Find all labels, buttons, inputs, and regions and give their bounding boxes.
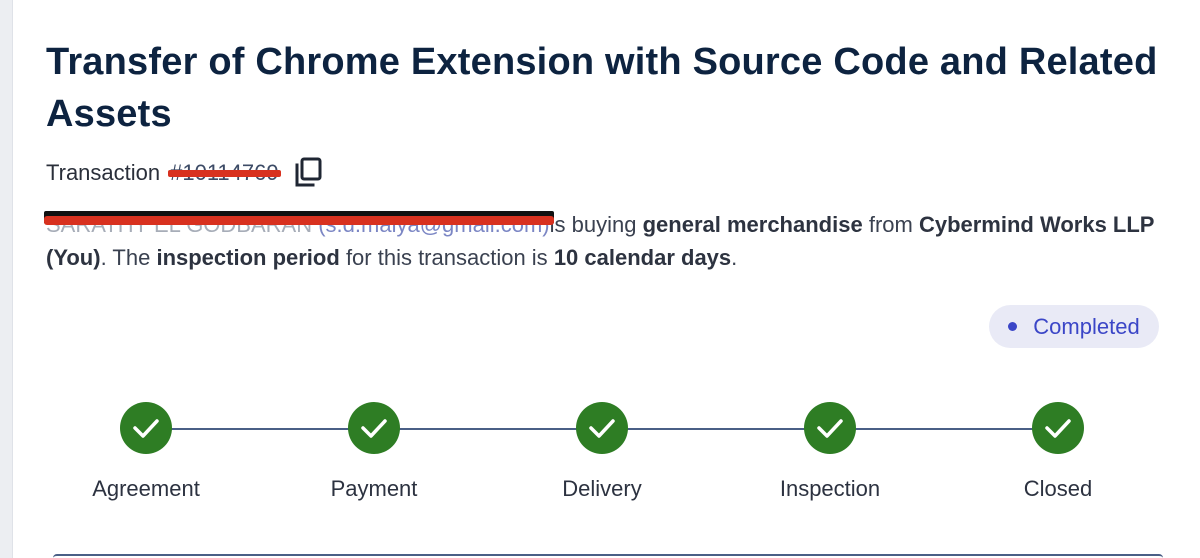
checkmark-icon bbox=[804, 402, 856, 454]
step-label: Payment bbox=[330, 476, 418, 501]
status-dot-icon bbox=[1008, 322, 1018, 331]
step-closed: Closed bbox=[978, 402, 1138, 502]
status-badge: Completed bbox=[989, 305, 1159, 348]
step-payment: Payment bbox=[294, 402, 454, 502]
inspection-value: 10 calendar days bbox=[553, 245, 732, 270]
checkmark-icon bbox=[120, 402, 172, 454]
seller-name: Cybermind Works LLP bbox=[918, 212, 1155, 237]
redaction-mark bbox=[44, 216, 554, 225]
seller-role: (You) bbox=[46, 245, 101, 270]
status-label: Completed bbox=[1033, 313, 1140, 339]
summary-text-from: from bbox=[868, 212, 913, 237]
checkmark-icon bbox=[348, 402, 400, 454]
buyer-redacted: SARATHY EL GODBARAN (s.d.maiya@gmail.com… bbox=[44, 208, 554, 241]
transaction-label: Transaction bbox=[46, 160, 161, 185]
transaction-id-row: Transaction #10114769 bbox=[46, 156, 323, 190]
step-label: Inspection bbox=[779, 476, 881, 501]
redaction-mark bbox=[168, 170, 281, 177]
checkmark-icon bbox=[576, 402, 628, 454]
summary-text-buying: is buying bbox=[549, 212, 637, 237]
inspection-label: inspection period bbox=[156, 245, 340, 270]
step-agreement: Agreement bbox=[66, 402, 226, 502]
step-inspection: Inspection bbox=[750, 402, 910, 502]
step-delivery: Delivery bbox=[522, 402, 682, 502]
next-section-edge bbox=[53, 554, 1163, 558]
transaction-summary: SARATHY EL GODBARAN (s.d.maiya@gmail.com… bbox=[44, 208, 1171, 274]
page-title: Transfer of Chrome Extension with Source… bbox=[46, 41, 1158, 135]
transaction-card: Transfer of Chrome Extension with Source… bbox=[12, 0, 1200, 558]
copy-icon[interactable] bbox=[293, 157, 323, 189]
step-label: Delivery bbox=[562, 476, 642, 501]
checkmark-icon bbox=[1032, 402, 1084, 454]
step-label: Agreement bbox=[92, 476, 200, 501]
goods-type: general merchandise bbox=[642, 212, 863, 237]
transaction-id: #10114769 bbox=[168, 160, 281, 186]
step-label: Closed bbox=[1023, 476, 1093, 501]
